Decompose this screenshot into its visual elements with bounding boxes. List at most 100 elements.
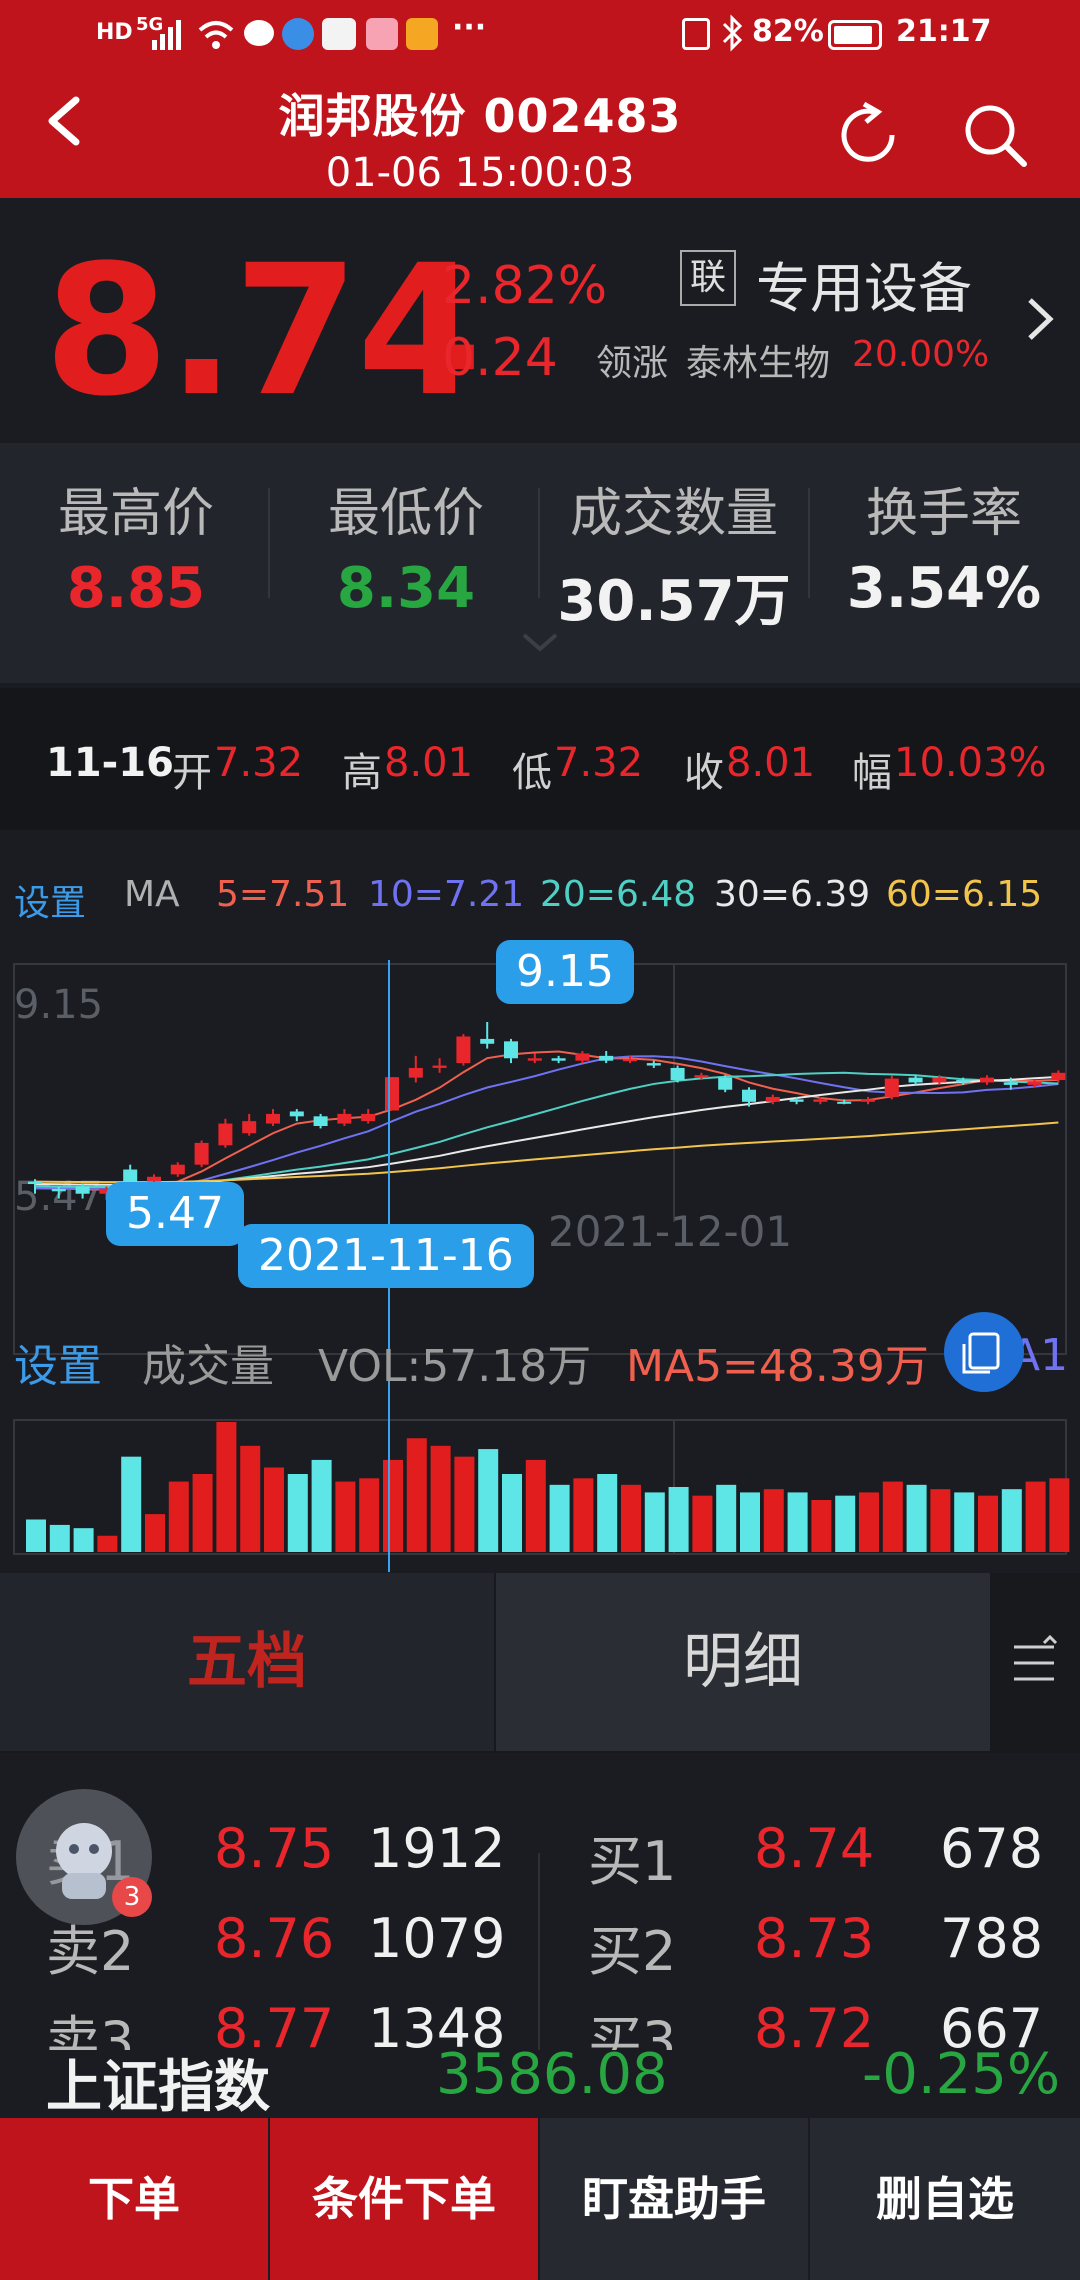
change-percent: 2.82% bbox=[442, 256, 608, 316]
candle bbox=[765, 1094, 780, 1105]
candle bbox=[218, 1118, 233, 1148]
volume-bar bbox=[573, 1478, 594, 1552]
volume-bar bbox=[97, 1535, 118, 1552]
candle bbox=[527, 1053, 542, 1064]
volume-bar bbox=[216, 1422, 237, 1552]
candle-body bbox=[289, 1111, 304, 1117]
floating-tool-button[interactable] bbox=[944, 1312, 1024, 1392]
candle-body bbox=[646, 1063, 661, 1066]
app-icon-browser bbox=[282, 18, 314, 50]
app-icon-news bbox=[322, 18, 356, 50]
candle-body bbox=[789, 1099, 804, 1102]
refresh-icon[interactable] bbox=[834, 100, 904, 170]
ma10-line bbox=[34, 1055, 1059, 1191]
index-ticker[interactable]: 上证指数 3586.08 -0.25% bbox=[0, 2042, 1080, 2120]
candle bbox=[194, 1140, 209, 1168]
battery-percent: 82% bbox=[752, 14, 824, 49]
volume-bar bbox=[1025, 1481, 1046, 1552]
volume-settings-link[interactable]: 设置 bbox=[14, 1330, 102, 1394]
buy-3-price: 8.72 bbox=[754, 1997, 875, 2053]
tab-menu-button[interactable] bbox=[992, 1573, 1080, 1751]
candle-body bbox=[1003, 1082, 1018, 1085]
watch-assistant-button[interactable]: 盯盘助手 bbox=[540, 2118, 808, 2280]
candle-body bbox=[861, 1099, 875, 1102]
volume-bar bbox=[454, 1456, 475, 1552]
candle bbox=[313, 1113, 328, 1129]
cursor-date-tag: 2021-11-16 bbox=[238, 1224, 534, 1288]
candle-body bbox=[194, 1142, 209, 1165]
candle-body bbox=[575, 1053, 590, 1061]
order-book: 卖1 8.75 1912 买1 8.74 678 卖2 8.76 1079 买2… bbox=[0, 1753, 1080, 2053]
candle bbox=[884, 1075, 899, 1100]
candle bbox=[718, 1075, 733, 1093]
index-change: -0.25% bbox=[862, 2042, 1061, 2107]
change-amount: 0.24 bbox=[442, 328, 558, 388]
candle-body bbox=[385, 1077, 399, 1111]
volume-bar bbox=[406, 1438, 427, 1552]
stats-row: 最高价 8.85 最低价 8.34 成交数量 30.57万 换手率 3.54% bbox=[0, 443, 1080, 683]
leader-name: 泰林生物 bbox=[686, 343, 831, 384]
index-value: 3586.08 bbox=[436, 2042, 668, 2107]
conditional-order-button[interactable]: 条件下单 bbox=[270, 2118, 538, 2280]
divider bbox=[268, 488, 270, 598]
candle-body bbox=[1051, 1072, 1066, 1081]
search-icon[interactable] bbox=[960, 100, 1030, 170]
list-menu-icon bbox=[1014, 1634, 1058, 1681]
network-indicator: HD bbox=[96, 20, 133, 45]
stat-volume: 成交数量 30.57万 bbox=[544, 471, 804, 637]
stat-label: 换手率 bbox=[865, 484, 1022, 544]
candle-body bbox=[932, 1077, 947, 1083]
app-icon-video bbox=[406, 18, 438, 50]
volume-name: 成交量 bbox=[142, 1341, 274, 1392]
volume-bar bbox=[740, 1492, 760, 1552]
candle-body bbox=[408, 1067, 423, 1078]
volume-bar bbox=[73, 1528, 94, 1552]
sell-1-volume: 1912 bbox=[368, 1817, 506, 1880]
divider bbox=[808, 488, 810, 598]
candle bbox=[408, 1055, 423, 1083]
volume-bar bbox=[525, 1459, 546, 1552]
candle-body bbox=[170, 1164, 185, 1175]
volume-value: VOL:57.18万 bbox=[318, 1341, 592, 1392]
tab-five-level[interactable]: 五档 bbox=[0, 1573, 494, 1751]
buy-1-label: 买1 bbox=[588, 1830, 677, 1893]
tab-detail[interactable]: 明细 bbox=[496, 1573, 990, 1751]
stat-value: 8.34 bbox=[336, 556, 476, 621]
candle-body bbox=[623, 1059, 637, 1062]
volume-bar bbox=[359, 1478, 380, 1552]
sector-name[interactable]: 专用设备 bbox=[756, 244, 972, 323]
candle-body bbox=[670, 1067, 685, 1081]
candle-body bbox=[504, 1041, 518, 1059]
candle bbox=[361, 1109, 376, 1124]
assistant-avatar[interactable]: 3 bbox=[16, 1789, 152, 1925]
candle bbox=[551, 1055, 566, 1064]
close-value: 8.01 bbox=[726, 740, 816, 786]
kline-panel[interactable]: 设置 MA 5=7.51 10=7.21 20=6.48 30=6.39 60=… bbox=[0, 832, 1080, 1572]
volume-ma5: MA5=48.39万 bbox=[626, 1341, 929, 1392]
remove-watchlist-button[interactable]: 删自选 bbox=[810, 2118, 1080, 2280]
buy-1-price: 8.74 bbox=[754, 1817, 875, 1880]
volume-bar bbox=[145, 1514, 165, 1552]
bluetooth-icon bbox=[722, 14, 743, 52]
candle-body bbox=[337, 1113, 352, 1124]
chevron-right-icon[interactable] bbox=[1022, 294, 1058, 344]
nfc-icon bbox=[682, 18, 710, 50]
candle bbox=[432, 1058, 447, 1073]
candle-body bbox=[432, 1065, 447, 1068]
high-price-tag: 9.15 bbox=[496, 940, 634, 1004]
volume-bar bbox=[1001, 1489, 1022, 1552]
candle-body bbox=[480, 1038, 495, 1044]
volume-bar bbox=[787, 1492, 808, 1552]
stat-low: 最低价 8.34 bbox=[276, 471, 536, 621]
candle-body bbox=[147, 1176, 161, 1182]
candle-body bbox=[765, 1096, 780, 1102]
order-button[interactable]: 下单 bbox=[0, 2118, 268, 2280]
leader-percent: 20.00% bbox=[852, 334, 990, 375]
window-switch-icon bbox=[962, 1332, 1000, 1374]
expand-chevron-icon[interactable] bbox=[520, 631, 560, 655]
signal-icon bbox=[152, 20, 181, 50]
volume-bar bbox=[311, 1459, 332, 1552]
volume-bar bbox=[644, 1492, 665, 1552]
volume-bar bbox=[192, 1474, 213, 1552]
page-title: 润邦股份 002483 bbox=[278, 89, 682, 143]
